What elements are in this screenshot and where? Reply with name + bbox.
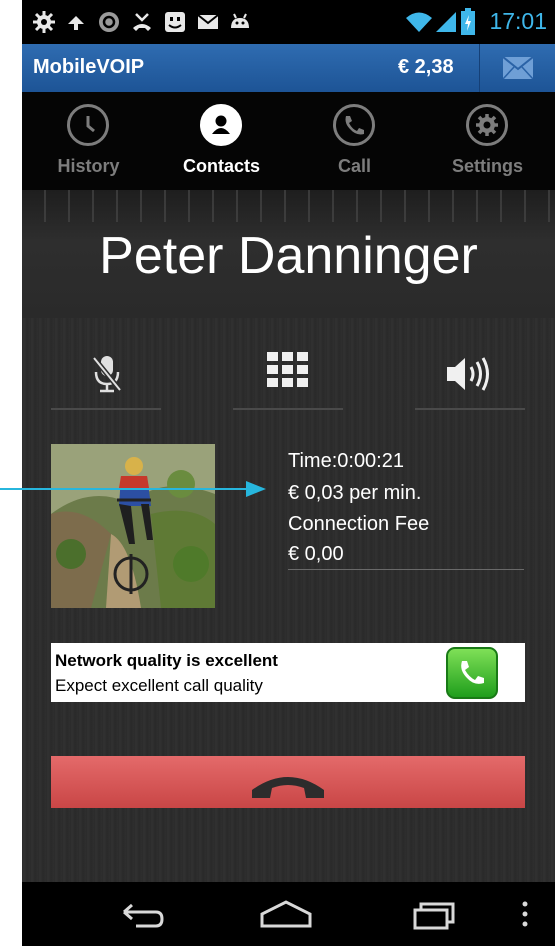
tab-call[interactable]: Call: [288, 92, 421, 190]
tab-history-label: History: [57, 156, 120, 176]
missed-call-icon: [133, 13, 151, 31]
network-quality-banner: Network quality is excellent Expect exce…: [51, 643, 525, 702]
credit-balance: € 2,38: [398, 56, 454, 78]
tab-settings[interactable]: Settings: [421, 92, 554, 190]
call-screen: Peter Danninger Time:0:00:21 € 0,03 per …: [22, 190, 555, 882]
recent-apps-icon: [413, 902, 455, 930]
keypad-icon: [267, 352, 308, 387]
divider: [415, 408, 525, 410]
decorative-ticks: [22, 190, 555, 222]
tab-settings-label: Settings: [451, 156, 523, 176]
divider: [288, 569, 524, 570]
hang-up-button[interactable]: [51, 756, 525, 808]
speaker-button[interactable]: [415, 342, 525, 410]
sync-icon: [99, 12, 119, 32]
settings-icon: [33, 11, 55, 33]
wifi-icon: [406, 12, 432, 32]
overflow-menu-icon: [522, 901, 528, 927]
divider: [51, 408, 161, 410]
signal-icon: [436, 12, 456, 32]
contact-photo: [51, 444, 215, 608]
gear-icon: [466, 104, 508, 146]
speaker-icon: [447, 357, 489, 391]
tab-call-label: Call: [337, 156, 371, 176]
divider: [233, 408, 343, 410]
phone-screen: 17:01 MobileVOIP € 2,38 History Contacts…: [22, 0, 555, 946]
green-phone-icon: [446, 647, 498, 699]
clock-time: 17:01: [489, 8, 547, 34]
messages-button[interactable]: [479, 44, 555, 92]
quality-title: Network quality is excellent: [55, 651, 278, 670]
annotation-arrow-head: [246, 481, 266, 497]
tab-contacts[interactable]: Contacts: [155, 92, 288, 190]
clock-icon: [67, 104, 109, 146]
recent-apps-button[interactable]: [405, 892, 465, 936]
app-title: MobileVOIP: [33, 56, 145, 78]
mute-mic-icon: [92, 356, 122, 393]
overflow-menu-button[interactable]: [510, 892, 540, 936]
envelope-icon: [503, 57, 533, 79]
back-button[interactable]: [110, 892, 170, 936]
mail-icon: [197, 14, 219, 29]
phone-icon: [333, 104, 375, 146]
quality-subtitle: Expect excellent call quality: [55, 676, 263, 695]
hang-up-icon: [252, 777, 324, 798]
home-button[interactable]: [256, 892, 316, 936]
call-time: Time:0:00:21: [288, 450, 404, 472]
connection-fee: € 0,00: [288, 543, 344, 565]
tab-history[interactable]: History: [22, 92, 155, 190]
annotation-arrow: [0, 488, 248, 490]
home-icon: [260, 900, 312, 928]
tab-contacts-label: Contacts: [182, 156, 260, 176]
status-bar: 17:01: [22, 0, 555, 44]
navigation-bar: [22, 882, 555, 946]
usb-icon: [68, 16, 84, 30]
person-icon: [200, 104, 242, 146]
app-bar: MobileVOIP € 2,38: [22, 44, 555, 92]
connection-fee-label: Connection Fee: [288, 513, 430, 535]
android-icon: [231, 13, 249, 28]
call-rate: € 0,03 per min.: [288, 482, 422, 504]
caller-name: Peter Danninger: [99, 227, 478, 285]
back-icon: [123, 903, 164, 928]
mute-button[interactable]: [51, 342, 161, 410]
battery-icon: [461, 8, 475, 35]
caller-header: Peter Danninger: [22, 190, 555, 318]
keypad-button[interactable]: [233, 342, 343, 410]
tab-bar: History Contacts Call Settings: [22, 92, 555, 190]
smiley-icon: [165, 12, 185, 32]
